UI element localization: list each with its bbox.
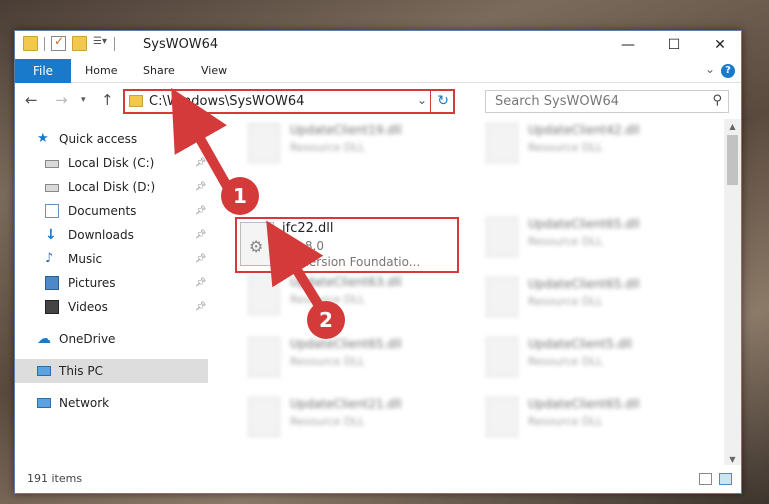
annotation-arrows xyxy=(171,87,324,307)
step-marker-2: 2 xyxy=(307,301,345,339)
arrow-to-address-bar xyxy=(171,87,233,191)
step-marker-1: 1 xyxy=(221,177,259,215)
arrow-to-file xyxy=(266,220,324,307)
